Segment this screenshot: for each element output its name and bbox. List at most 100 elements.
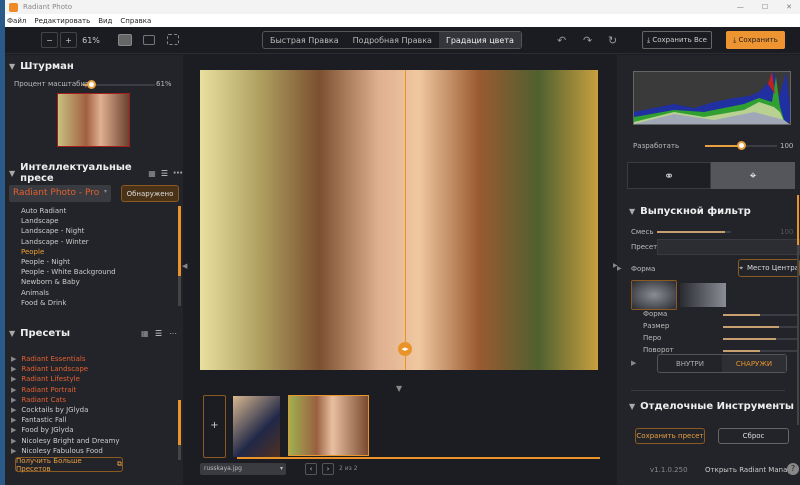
collapse-icon[interactable]: ▼ (9, 329, 15, 338)
split-handle-icon[interactable]: ◂▸ (398, 342, 412, 356)
expand-icon[interactable]: ▶ (11, 416, 16, 424)
menu-help[interactable]: Справка (120, 17, 151, 25)
expand-icon[interactable]: ▶ (11, 386, 16, 394)
preset-group-item[interactable]: ▶ Radiant Portrait (11, 385, 120, 395)
center-point-button[interactable]: ⌖ Место Центра (738, 259, 800, 277)
grad-slider[interactable] (723, 314, 797, 316)
zoom-in-button[interactable]: + (60, 32, 77, 48)
expand-icon[interactable]: ▶ (11, 447, 16, 455)
preset-group-item[interactable]: ▶ Nicolesy Bright and Dreamy (11, 436, 120, 446)
maximize-button[interactable]: ☐ (762, 3, 768, 11)
minimize-button[interactable]: — (737, 3, 744, 11)
expand-icon[interactable]: ▶ (11, 437, 16, 445)
tab-detailed-edit[interactable]: Подробная Правка (346, 32, 439, 48)
expand-icon[interactable]: ▶ (11, 426, 16, 434)
filmstrip-thumbnail-selected[interactable] (288, 395, 369, 456)
color-mixer-icon[interactable]: ⚭ (627, 162, 711, 189)
preset-group-item[interactable]: ▶ Cocktails by JGlyda (11, 405, 120, 415)
split-view-icon[interactable] (143, 35, 155, 45)
zoom-slider[interactable] (83, 80, 155, 89)
previous-image-button[interactable]: ‹ (305, 463, 317, 475)
collapse-icon[interactable]: ▼ (9, 169, 15, 178)
preset-group-item[interactable]: ▶ Radiant Landscape (11, 364, 120, 374)
filmstrip-thumbnail[interactable] (233, 396, 280, 457)
expand-icon[interactable]: ▶ (11, 355, 16, 363)
smart-preset-item[interactable]: People - Night (21, 257, 116, 267)
tab-color-grading[interactable]: Градация цвета (438, 32, 521, 48)
reset-button[interactable]: Сброс (718, 428, 789, 444)
scrollbar[interactable] (178, 206, 181, 306)
scrollbar[interactable] (178, 400, 181, 460)
list-view-icon[interactable]: ☰ (161, 169, 168, 178)
smart-preset-item[interactable]: Food & Drink (21, 298, 116, 308)
linear-shape-option[interactable] (680, 283, 726, 307)
preset-group-item[interactable]: ▶ Radiant Lifestyle (11, 374, 120, 384)
inside-option[interactable]: ВНУТРИ (658, 355, 722, 372)
list-view-icon[interactable]: ☰ (155, 329, 162, 338)
single-view-icon[interactable] (118, 34, 132, 46)
preset-group-item[interactable]: ▶ Radiant Essentials (11, 354, 120, 364)
collapse-right-icon[interactable]: ▶ (613, 262, 618, 269)
smart-preset-item[interactable]: People - White Background (21, 267, 116, 277)
preset-field[interactable] (657, 239, 800, 255)
preset-group-item[interactable]: ▶ Fantastic Fall (11, 415, 120, 425)
save-all-button[interactable]: ⤓ Сохранить Все (642, 31, 712, 49)
radial-shape-option[interactable] (631, 280, 677, 310)
help-icon[interactable]: ? (787, 463, 799, 475)
preset-group-item[interactable]: ▶ Radiant Cats (11, 395, 120, 405)
save-preset-button[interactable]: Сохранить пресет (635, 428, 705, 444)
preset-group-item[interactable]: ▶ Nicolesy Fabulous Food (11, 446, 120, 456)
expand-icon[interactable]: ▶ (11, 396, 16, 404)
collapse-filmstrip-icon[interactable]: ▼ (396, 384, 402, 393)
mix-slider[interactable] (657, 231, 731, 233)
open-manager-link[interactable]: Открыть Radiant Manager (705, 466, 799, 474)
grad-slider[interactable] (723, 350, 797, 352)
smart-preset-item[interactable]: Landscape - Winter (21, 237, 116, 247)
menu-view[interactable]: Вид (98, 17, 112, 25)
navigator-thumbnail[interactable] (57, 93, 130, 147)
smart-preset-item[interactable]: Landscape (21, 216, 116, 226)
zoom-out-button[interactable]: − (41, 32, 58, 48)
split-line[interactable] (405, 70, 406, 370)
preset-group-item[interactable]: ▶ Food by JGlyda (11, 425, 120, 435)
smart-preset-dropdown[interactable]: Radiant Photo - Pro ▾ (9, 185, 111, 202)
expand-icon[interactable]: ▶ (11, 375, 16, 383)
tab-quick-edit[interactable]: Быстрая Правка (263, 32, 346, 48)
grid-view-icon[interactable]: ▦ (148, 169, 156, 178)
grad-slider[interactable] (723, 326, 797, 328)
smart-preset-item[interactable]: Landscape - Night (21, 226, 116, 236)
undo-icon[interactable]: ↶ (557, 32, 566, 48)
redo-icon[interactable]: ↷ (583, 32, 592, 48)
expand-icon[interactable]: ▶ (631, 359, 636, 367)
next-image-button[interactable]: › (322, 463, 334, 475)
filmstrip-scrollbar[interactable] (237, 457, 600, 459)
grid-view-icon[interactable]: ▦ (141, 329, 149, 338)
file-dropdown[interactable]: russkaya.jpg ▾ (200, 463, 286, 475)
expand-icon[interactable]: ▶ (11, 365, 16, 373)
outside-option[interactable]: СНАРУЖИ (722, 355, 786, 372)
menu-edit[interactable]: Редактировать (34, 17, 90, 25)
develop-slider[interactable] (705, 141, 777, 150)
collapse-left-icon[interactable]: ◀ (182, 262, 187, 270)
photo-preview[interactable]: ◂▸ (200, 70, 598, 370)
smart-preset-item[interactable]: Auto Radiant (21, 206, 116, 216)
smart-preset-item[interactable]: Animals (21, 288, 116, 298)
smart-preset-item[interactable]: People (21, 247, 116, 257)
expand-icon[interactable]: ▶ (11, 406, 16, 414)
grad-slider[interactable] (723, 338, 797, 340)
more-icon[interactable]: ⋯ (173, 168, 183, 179)
target-icon[interactable]: ⌖ (711, 162, 795, 189)
collapse-icon[interactable]: ▼ (629, 207, 635, 216)
collapse-icon[interactable]: ▼ (629, 402, 635, 411)
crop-view-icon[interactable] (167, 34, 179, 45)
smart-preset-item[interactable]: Newborn & Baby (21, 277, 116, 287)
add-image-button[interactable]: + (203, 395, 226, 458)
get-more-presets-button[interactable]: Получить Больше Пресетов ⧉ (15, 457, 123, 473)
save-button[interactable]: ⤓ Сохранить (726, 31, 785, 49)
detected-button[interactable]: Обнаружено (121, 185, 179, 202)
menu-file[interactable]: Файл (7, 17, 26, 25)
close-button[interactable]: ✕ (786, 3, 792, 11)
scrollbar[interactable] (797, 195, 799, 425)
more-icon[interactable]: ⋯ (169, 329, 177, 338)
develop-slider-handle[interactable] (737, 141, 746, 150)
